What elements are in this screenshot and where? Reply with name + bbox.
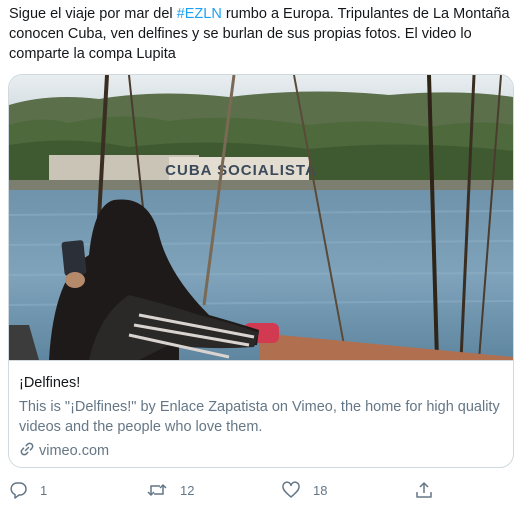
cuba-socialista-sign: CUBA SOCIALISTA — [165, 162, 317, 179]
card-description: This is "¡Delfines!" by Enlace Zapatista… — [19, 399, 500, 435]
card-domain[interactable]: vimeo.com — [19, 441, 109, 461]
share-button[interactable] — [414, 480, 434, 500]
card-video-thumbnail[interactable]: CUBA SOCIALISTA — [9, 75, 513, 361]
like-count: 18 — [313, 482, 328, 498]
link-icon — [19, 441, 35, 461]
card-title: ¡Delfines! — [19, 375, 81, 391]
link-preview-card[interactable]: CUBA SOCIALISTA ¡Delfines! This is "¡Del… — [8, 74, 514, 468]
like-button[interactable]: 18 — [281, 480, 327, 500]
tweet-actions: 1 12 18 — [0, 480, 523, 504]
retweet-icon — [146, 480, 168, 500]
tweet-text-start: Sigue el viaje por mar del — [9, 6, 177, 22]
hashtag-link[interactable]: #EZLN — [177, 6, 222, 22]
reply-count: 1 — [40, 482, 48, 498]
retweet-count: 12 — [180, 482, 195, 498]
share-icon — [414, 480, 434, 500]
card-body[interactable]: ¡Delfines! This is "¡Delfines!" by Enlac… — [9, 361, 513, 467]
boat-sea-scene-image: CUBA SOCIALISTA — [9, 75, 513, 360]
card-domain-text: vimeo.com — [39, 443, 110, 459]
retweet-button[interactable]: 12 — [146, 480, 194, 500]
heart-icon — [281, 480, 301, 500]
reply-icon — [8, 480, 28, 500]
tweet-text: Sigue el viaje por mar del #EZLN rumbo a… — [9, 4, 514, 64]
reply-button[interactable]: 1 — [8, 480, 47, 500]
